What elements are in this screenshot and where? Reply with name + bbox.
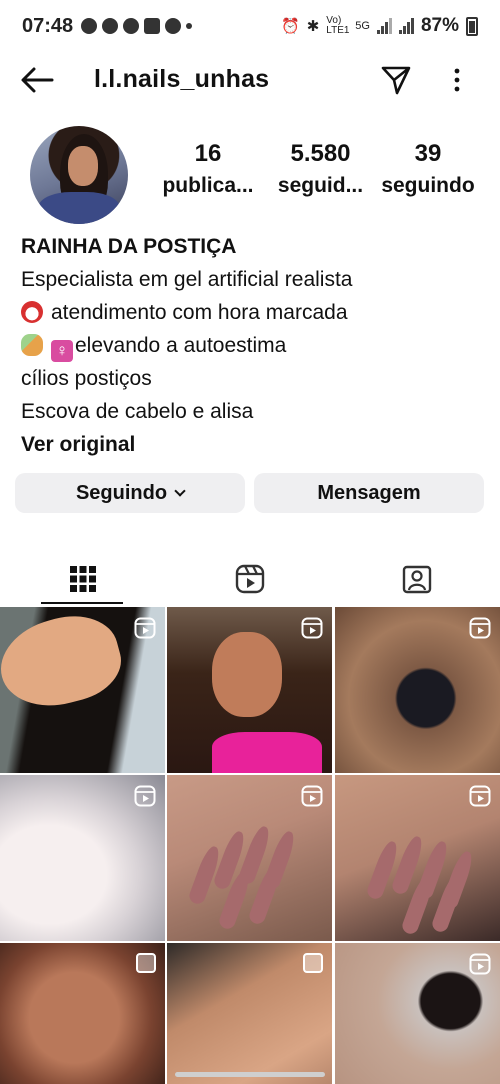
active-tab-indicator — [41, 602, 123, 604]
home-indicator[interactable] — [175, 1072, 325, 1077]
notification-icons — [81, 18, 193, 34]
more-vertical-icon — [454, 68, 460, 92]
tab-tagged[interactable] — [334, 552, 500, 606]
alarm-clock-icon — [21, 301, 43, 323]
post-thumbnail[interactable] — [0, 943, 165, 1084]
bio-line-text: elevando a autoestima — [75, 334, 287, 357]
stat-followers-value: 5.580 — [290, 140, 351, 167]
see-original-link[interactable]: Ver original — [21, 428, 481, 461]
chevron-down-icon — [174, 484, 186, 497]
alarm-icon: ⏰ — [281, 18, 300, 35]
post-thumbnail[interactable] — [167, 943, 332, 1084]
post-image-hand — [0, 607, 129, 719]
message-button[interactable]: Mensagem — [254, 473, 484, 513]
bluetooth-icon: ✱ — [306, 18, 320, 35]
tab-reels[interactable] — [167, 552, 333, 606]
back-button[interactable] — [20, 66, 54, 94]
carousel-badge-icon — [136, 953, 156, 973]
post-thumbnail[interactable] — [335, 775, 500, 941]
stat-posts[interactable]: 16 publica... — [158, 140, 258, 198]
post-image-top — [212, 732, 322, 773]
stat-posts-value: 16 — [194, 140, 222, 167]
bio-line: ♀ elevando a autoestima — [21, 329, 481, 362]
shop-notification-icon — [144, 18, 161, 34]
direct-message-button[interactable] — [380, 64, 412, 96]
network-label-1: Vo) LTE1 — [326, 15, 350, 36]
chat-notification-icon — [81, 18, 98, 34]
fairy-icon — [21, 334, 43, 356]
bio-line: Especialista em gel artificial realista — [21, 268, 353, 291]
post-thumbnail[interactable] — [335, 943, 500, 1084]
bio-name: RAINHA DA POSTIÇA — [21, 235, 237, 258]
reels-icon — [235, 564, 265, 594]
bio-line: cílios postiços — [21, 367, 152, 390]
message-button-label: Mensagem — [317, 481, 421, 504]
reel-badge-icon — [469, 617, 491, 639]
profile-username: l.l.nails_unhas — [94, 65, 270, 93]
profile-bio: RAINHA DA POSTIÇA Especialista em gel ar… — [21, 230, 481, 461]
profile-stats: 16 publica... 5.580 seguid... 39 seguind… — [150, 140, 490, 210]
stat-followers-label: seguid... — [277, 174, 364, 197]
following-button[interactable]: Seguindo — [15, 473, 245, 513]
tab-grid[interactable] — [0, 552, 166, 606]
bio-line: Escova de cabelo e alisa — [21, 400, 254, 423]
stat-following[interactable]: 39 seguindo — [376, 140, 480, 198]
post-thumbnail[interactable] — [167, 607, 332, 773]
post-thumbnail[interactable] — [167, 775, 332, 941]
profile-header: l.l.nails_unhas — [0, 52, 500, 108]
post-thumbnail[interactable] — [335, 607, 500, 773]
avatar-face — [68, 146, 98, 186]
battery-icon — [466, 16, 478, 36]
post-thumbnail[interactable] — [0, 775, 165, 941]
tagged-icon — [402, 565, 432, 594]
facebook-notification-icon — [102, 18, 119, 34]
direct-message-icon — [381, 66, 411, 95]
post-image-face — [212, 632, 282, 717]
post-image-nails — [187, 815, 317, 931]
stat-posts-label: publica... — [162, 174, 254, 197]
more-notifications-dot-icon — [186, 23, 193, 29]
reel-badge-icon — [469, 785, 491, 807]
network-label-2: 5G — [355, 20, 370, 32]
profile-tabs — [0, 552, 500, 606]
post-thumbnail[interactable] — [0, 607, 165, 773]
post-image-nails — [355, 815, 485, 936]
back-arrow-icon — [21, 67, 54, 93]
bio-line: atendimento com hora marcada — [21, 296, 481, 329]
signal-icon — [398, 18, 414, 34]
stat-followers[interactable]: 5.580 seguid... — [268, 140, 373, 198]
battery-percent: 87% — [420, 15, 459, 36]
reel-badge-icon — [469, 953, 491, 975]
stat-following-value: 39 — [414, 140, 442, 167]
stat-following-label: seguindo — [381, 174, 475, 197]
signal-icon — [376, 18, 392, 34]
app-notification-icon — [165, 18, 182, 34]
reel-badge-icon — [301, 617, 323, 639]
female-sign-icon: ♀ — [51, 340, 73, 362]
posts-grid — [0, 607, 500, 1084]
reel-badge-icon — [134, 785, 156, 807]
grid-icon — [70, 566, 96, 592]
bio-line-text: atendimento com hora marcada — [51, 301, 348, 324]
status-time: 07:48 — [22, 14, 74, 37]
following-button-label: Seguindo — [75, 481, 168, 504]
reel-badge-icon — [301, 785, 323, 807]
carousel-badge-icon — [303, 953, 323, 973]
facebook-notification-icon — [123, 18, 140, 34]
avatar-body — [38, 192, 120, 224]
status-bar: 07:48 ⏰ ✱ Vo) LTE1 5G 87% — [0, 0, 500, 52]
reel-badge-icon — [134, 617, 156, 639]
more-options-button[interactable] — [447, 64, 467, 96]
profile-avatar[interactable] — [30, 126, 128, 224]
